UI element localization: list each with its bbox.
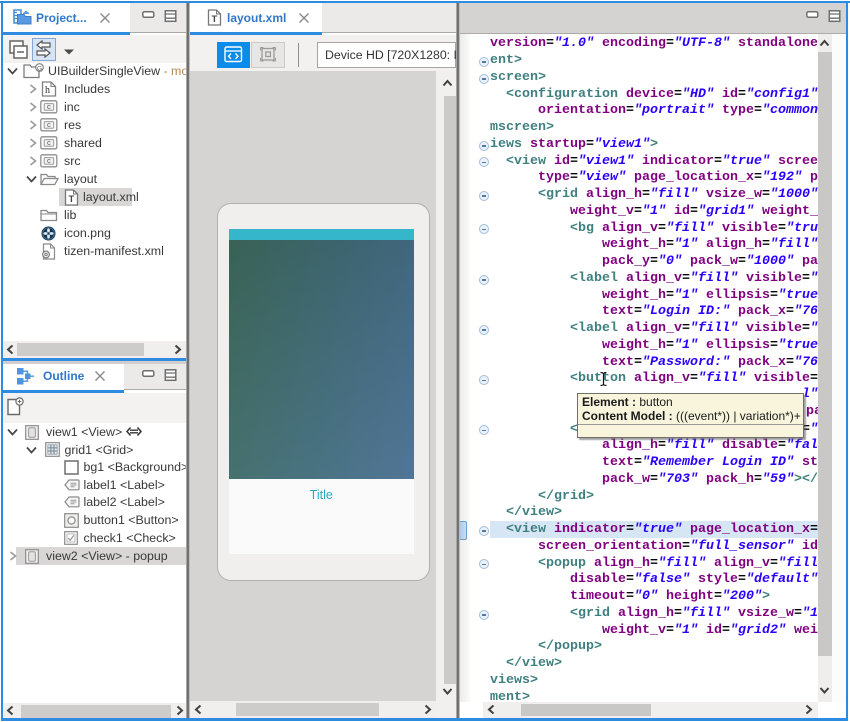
svg-text:T: T	[211, 14, 217, 25]
